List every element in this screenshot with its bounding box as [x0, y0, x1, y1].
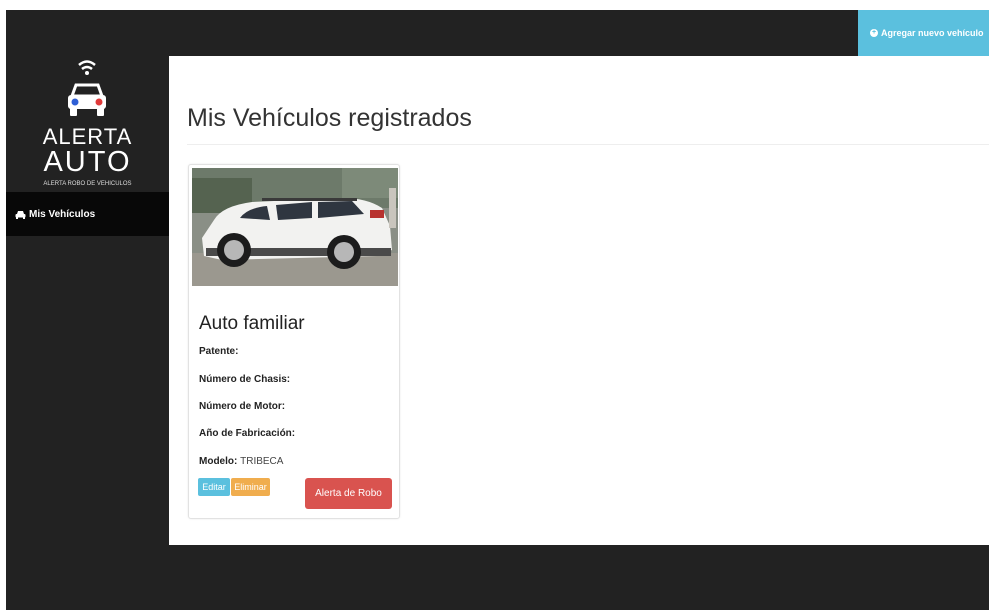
sidebar: ALERTA AUTO ALERTA ROBO DE VEHICULOS Mis… — [6, 56, 169, 610]
field-numero-motor: Número de Motor: — [199, 401, 285, 412]
vehicle-card: Auto familiar Patente: Número de Chasis:… — [188, 164, 400, 519]
vehicle-name: Auto familiar — [199, 313, 305, 334]
field-ano-fabricacion: Año de Fabricación: — [199, 428, 295, 439]
sidebar-item-label: Mis Vehículos — [29, 208, 96, 220]
sidebar-item-mis-vehiculos[interactable]: Mis Vehículos — [6, 192, 169, 236]
logo-title-alerta: ALERTA — [42, 124, 133, 149]
plus-circle-icon: + — [870, 29, 878, 37]
logo-title-auto: AUTO — [43, 146, 132, 178]
field-value: TRIBECA — [240, 456, 284, 467]
main-content: Mis Vehículos registrados Auto familiar … — [169, 56, 989, 545]
field-label: Año de Fabricación: — [199, 428, 296, 439]
page-title: Mis Vehículos registrados — [187, 104, 472, 132]
field-patente: Patente: — [199, 346, 238, 357]
edit-button[interactable]: Editar — [198, 478, 230, 496]
delete-button[interactable]: Eliminar — [231, 478, 270, 496]
field-label: Patente: — [199, 346, 239, 357]
theft-alert-button[interactable]: Alerta de Robo — [305, 478, 392, 509]
title-divider — [187, 144, 989, 145]
app-logo[interactable]: ALERTA AUTO ALERTA ROBO DE VEHICULOS — [6, 56, 169, 192]
add-vehicle-button[interactable]: + Agregar nuevo vehículo — [858, 10, 989, 56]
top-navbar: + Agregar nuevo vehículo — [6, 10, 989, 56]
car-alarm-logo-icon — [68, 60, 106, 116]
field-modelo: Modelo: TRIBECA — [199, 456, 283, 467]
field-label: Número de Motor: — [199, 401, 286, 412]
window-top-strip — [0, 0, 989, 10]
field-numero-chasis: Número de Chasis: — [199, 374, 290, 385]
add-vehicle-label: Agregar nuevo vehículo — [881, 28, 984, 38]
footer — [169, 545, 989, 610]
field-label: Modelo: — [199, 456, 238, 467]
vehicle-photo — [192, 168, 398, 286]
car-icon — [15, 210, 26, 219]
logo-tagline: ALERTA ROBO DE VEHICULOS — [43, 181, 132, 187]
field-label: Número de Chasis: — [199, 374, 291, 385]
